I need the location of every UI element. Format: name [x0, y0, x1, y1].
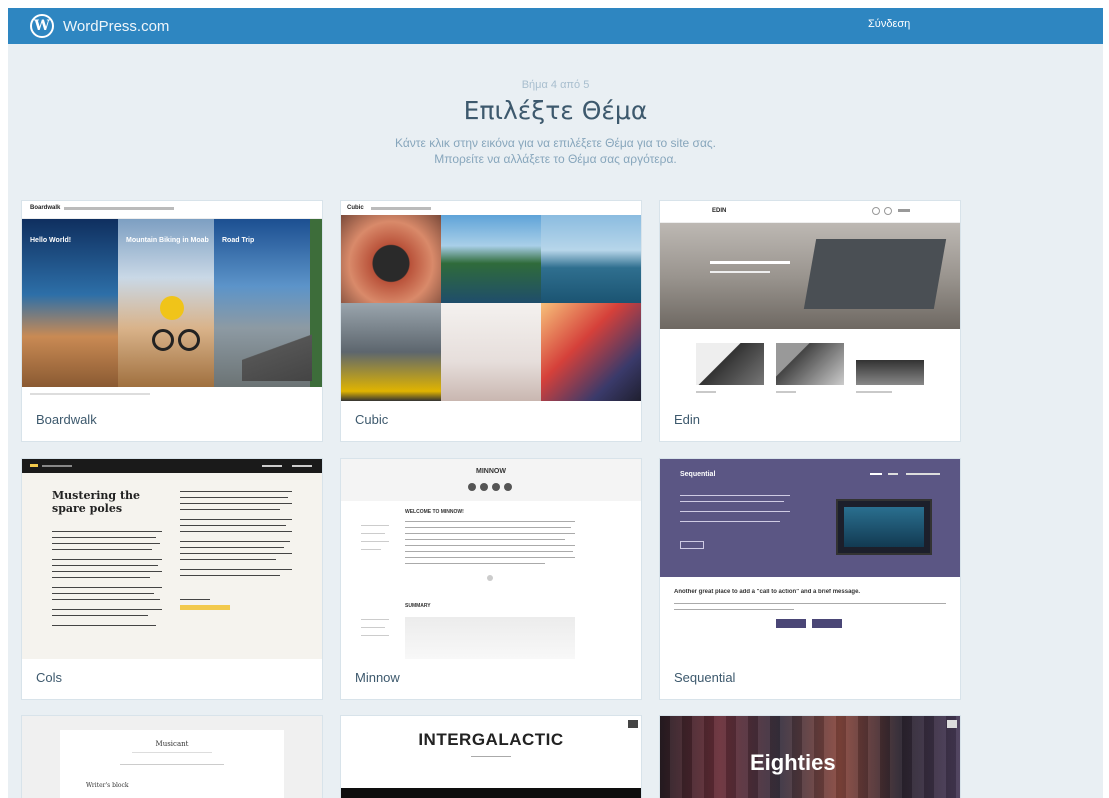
theme-card-minnow[interactable]: MINNOW WELCOME TO MINNOW! SUMMARY Minnow	[341, 459, 641, 699]
preview-headline: Cubic	[347, 205, 364, 211]
login-link[interactable]: Σύνδεση	[868, 18, 910, 30]
preview-headline: EDIN	[712, 208, 727, 214]
preview-headline: MINNOW	[476, 468, 506, 475]
preview-headline: Eighties	[750, 750, 836, 775]
theme-preview-intergalactic[interactable]: INTERGALACTIC	[341, 716, 641, 798]
theme-preview-cubic[interactable]: Cubic	[341, 201, 641, 401]
theme-card-eighties[interactable]: Eighties	[660, 716, 960, 798]
preview-headline: Boardwalk	[30, 205, 61, 211]
preview-section-title: WELCOME TO MINNOW!	[405, 509, 464, 515]
preview-headline: INTERGALACTIC	[418, 730, 564, 749]
preview-headline: Mustering the spare poles	[52, 489, 141, 515]
preview-section-title: SUMMARY	[405, 603, 431, 609]
preview-headline: Musicant	[155, 740, 189, 748]
step-indicator: Βήμα 4 από 5	[521, 79, 590, 91]
theme-card-cubic[interactable]: Cubic Cubic	[341, 201, 641, 441]
theme-card-intergalactic[interactable]: INTERGALACTIC	[341, 716, 641, 798]
theme-preview-7[interactable]: Musicant Writer's block	[22, 716, 322, 798]
wordpress-logo-icon: W	[30, 14, 54, 38]
theme-card-edin[interactable]: EDIN Edin	[660, 201, 960, 441]
preview-post-title: Hello World!	[30, 237, 72, 244]
preview-callout: Another great place to add a "call to ac…	[674, 589, 861, 595]
page-title: Επιλέξτε Θέμα	[463, 96, 648, 125]
preview-headline: Sequential	[680, 471, 716, 478]
theme-name: Cubic	[355, 412, 389, 427]
theme-card-boardwalk[interactable]: Boardwalk Hello World! Mountain Biking i…	[22, 201, 322, 441]
theme-preview-edin[interactable]: EDIN	[660, 201, 960, 401]
theme-preview-minnow[interactable]: MINNOW WELCOME TO MINNOW! SUMMARY	[341, 459, 641, 659]
app-frame: W WordPress.com Σύνδεση Βήμα 4 από 5 Επι…	[8, 8, 1103, 798]
wordpress-logo-link[interactable]: W WordPress.com	[30, 14, 169, 38]
theme-name: Edin	[674, 412, 701, 427]
brand-name: WordPress.com	[63, 17, 170, 35]
theme-card-7[interactable]: Musicant Writer's block	[22, 716, 322, 798]
subtitle-line-1: Κάντε κλικ στην εικόνα για να επιλέξετε …	[394, 136, 717, 150]
theme-name: Sequential	[674, 670, 736, 685]
theme-preview-sequential[interactable]: Sequential Another great place to add a …	[660, 459, 960, 659]
theme-card-sequential[interactable]: Sequential Another great place to add a …	[660, 459, 960, 699]
subtitle-line-2: Μπορείτε να αλλάξετε το Θέμα σας αργότερ…	[434, 152, 677, 166]
preview-section-title: Writer's block	[86, 782, 129, 789]
theme-preview-eighties[interactable]: Eighties	[660, 716, 960, 798]
preview-post-title: Road Trip	[222, 237, 255, 244]
preview-post-title: Mountain Biking in Moab	[126, 237, 209, 244]
theme-card-cols[interactable]: Mustering the spare poles Cols	[22, 459, 322, 699]
masthead: W WordPress.com Σύνδεση	[8, 8, 1103, 44]
theme-name: Minnow	[355, 670, 400, 685]
theme-name: Cols	[36, 670, 63, 685]
theme-name: Boardwalk	[36, 412, 97, 427]
theme-preview-cols[interactable]: Mustering the spare poles	[22, 459, 322, 659]
theme-preview-boardwalk[interactable]: Boardwalk Hello World! Mountain Biking i…	[22, 201, 322, 401]
